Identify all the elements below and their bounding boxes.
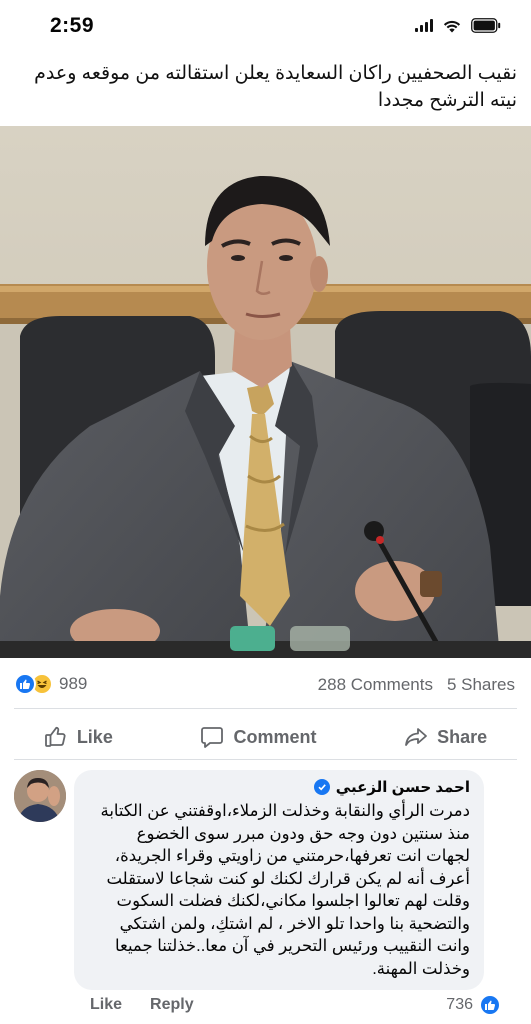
share-button-label: Share [437,726,488,747]
comment-button-label: Comment [233,726,317,747]
wifi-icon [443,19,461,33]
reaction-summary[interactable]: 989 [14,673,87,695]
post-title[interactable]: نقيب الصحفيين راكان السعايدة يعلن استقال… [14,60,517,114]
comment-reaction-summary[interactable]: 736 [446,994,501,1016]
engagement-counts: 288 Comments 5 Shares [318,675,515,695]
share-arrow-icon [404,725,428,749]
thumbs-up-icon [44,725,68,749]
divider [14,759,517,760]
comment-author-row: احمد حسن الزعبي [88,778,470,796]
comment-like-link[interactable]: Like [90,996,122,1014]
like-reaction-icon [14,673,36,695]
comment-text: دمرت الرأي والنقابة وخذلت الزملاء،اوقفتن… [100,802,470,978]
like-button[interactable]: Like [44,725,113,749]
reaction-count: 989 [59,674,88,693]
post-counts: 989 288 Comments 5 Shares [0,670,531,700]
comment-reaction-count: 736 [446,996,473,1013]
post-action-bar: Like Comment Share [0,716,531,758]
comment-actions: Like Reply [90,996,194,1014]
verified-badge-icon [313,779,330,795]
comment-icon [200,725,224,749]
comment-bubble[interactable]: احمد حسن الزعبي دمرت الرأي والنقابة وخذل… [74,770,484,990]
share-button[interactable]: Share [404,725,487,749]
comment-author[interactable]: احمد حسن الزعبي [336,778,470,796]
divider [14,708,517,709]
signal-icon [415,19,433,32]
post-photo[interactable] [0,126,531,658]
like-reaction-icon [479,994,501,1016]
battery-icon [471,18,501,33]
like-button-label: Like [76,726,113,747]
status-time: 2:59 [50,14,95,37]
comments-count[interactable]: 288 Comments [318,675,433,695]
comment-reply-link[interactable]: Reply [150,996,194,1014]
commenter-avatar[interactable] [14,770,66,822]
shares-count[interactable]: 5 Shares [447,675,515,695]
status-icons [415,18,501,33]
status-bar: 2:59 [0,0,531,58]
comment-button[interactable]: Comment [200,725,317,749]
